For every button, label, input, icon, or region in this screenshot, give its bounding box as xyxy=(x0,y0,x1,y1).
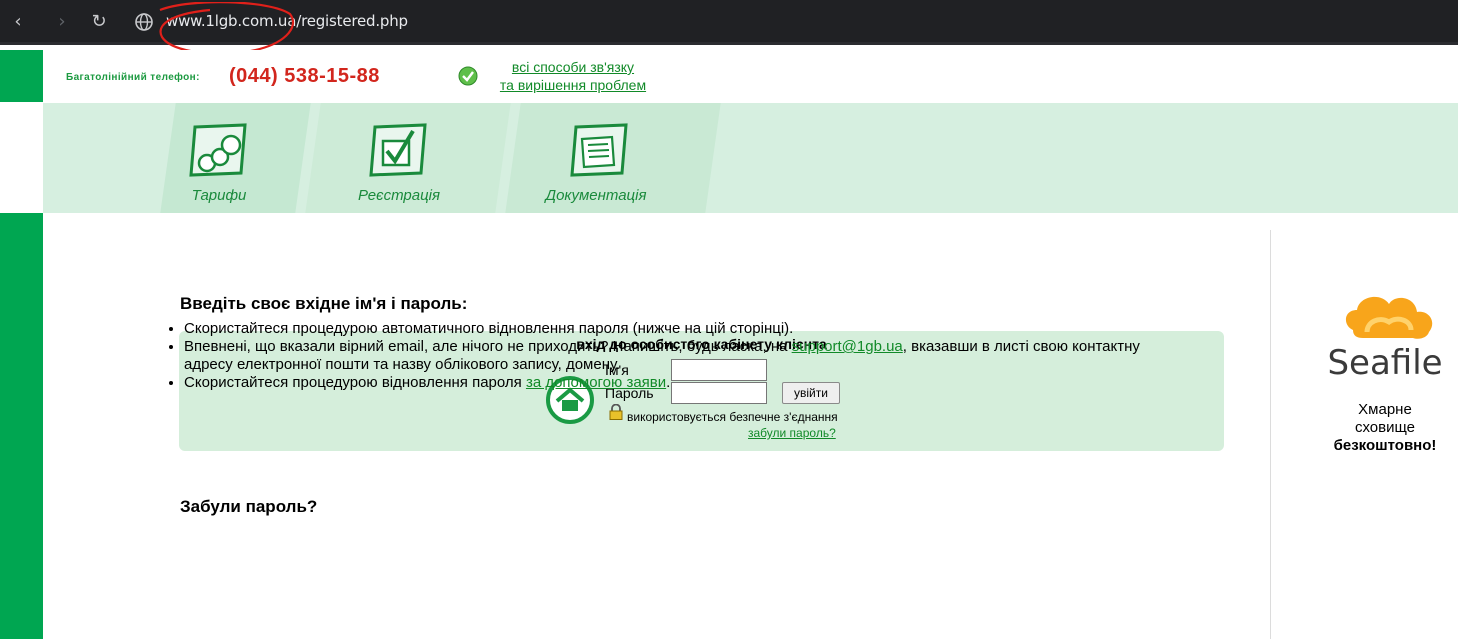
site-header: Багатолінійний телефон: (044) 538-15-88 … xyxy=(43,50,1458,102)
left-green-strip xyxy=(0,213,43,639)
contact-link-line2[interactable]: та вирішення проблем xyxy=(483,76,663,94)
check-icon xyxy=(458,66,478,86)
sidebar-divider xyxy=(1270,230,1271,639)
documentation-folder-icon xyxy=(570,123,628,177)
forward-icon[interactable]: › xyxy=(50,10,74,34)
left-green-strip-top xyxy=(0,50,43,102)
main-menu: Тарифи Реєстрація Документація xyxy=(43,103,1458,213)
tip-text: Впевнені, що вказали вірний email, але н… xyxy=(184,338,792,355)
seafile-logo[interactable]: Seafile xyxy=(1323,288,1448,383)
support-email-link[interactable]: support@1gb.ua xyxy=(792,338,903,355)
address-bar[interactable]: www.1lgb.com.ua/registered.php xyxy=(166,12,408,30)
contact-link[interactable]: всі способи зв'язку та вирішення проблем xyxy=(483,58,663,94)
contact-link-line1[interactable]: всі способи зв'язку xyxy=(483,58,663,76)
back-icon[interactable]: ‹ xyxy=(6,10,30,34)
tip-text: . xyxy=(666,374,671,391)
list-item: Скористайтеся процедурою відновлення пар… xyxy=(184,374,1164,392)
reload-icon[interactable]: ↻ xyxy=(87,10,111,34)
forgot-title: Забули пароль? xyxy=(180,497,318,516)
registration-check-icon xyxy=(369,123,427,177)
list-item: Впевнені, що вказали вірний email, але н… xyxy=(184,338,1164,374)
tip-text: Скористайтеся процедурою автоматичного в… xyxy=(184,320,794,337)
menu-item-tariffs[interactable]: Тарифи xyxy=(149,103,289,213)
login-title: Введіть своє вхідне ім'я і пароль: xyxy=(180,294,468,313)
phone-label: Багатолінійний телефон: xyxy=(66,72,200,83)
phone-number: (044) 538-15-88 xyxy=(229,65,380,87)
password-recovery-tips: Скористайтеся процедурою автоматичного в… xyxy=(184,320,1164,392)
menu-item-registration[interactable]: Реєстрація xyxy=(329,103,469,213)
browser-toolbar: ‹ › ↻ www.1lgb.com.ua/registered.php xyxy=(0,0,1458,45)
menu-item-label: Документація xyxy=(545,187,647,204)
secure-connection-text: використовується безпечне з'єднання xyxy=(627,410,838,424)
tip-text: Скористайтеся процедурою відновлення пар… xyxy=(184,374,526,391)
seafile-ad-text[interactable]: Хмарне сховище безкоштовно! xyxy=(1310,401,1458,455)
tariffs-coins-icon xyxy=(189,123,247,177)
ad-line: Хмарне xyxy=(1358,401,1412,418)
application-recovery-link[interactable]: за допомогою заяви xyxy=(526,374,666,391)
main-content: Введіть своє вхідне ім'я і пароль: вхід … xyxy=(43,213,1271,639)
lock-icon xyxy=(609,404,623,420)
menu-item-label: Реєстрація xyxy=(357,187,441,204)
menu-item-documentation[interactable]: Документація xyxy=(526,103,666,213)
forgot-password-link[interactable]: забули пароль? xyxy=(748,426,836,440)
seafile-brand-text: Seafile xyxy=(1327,343,1442,383)
menu-item-label: Тарифи xyxy=(191,187,247,204)
ad-line: сховище xyxy=(1354,419,1416,436)
ad-line: безкоштовно! xyxy=(1333,437,1437,454)
list-item: Скористайтеся процедурою автоматичного в… xyxy=(184,320,1164,338)
globe-icon[interactable] xyxy=(133,11,155,33)
toolbar-edge xyxy=(0,42,1458,45)
